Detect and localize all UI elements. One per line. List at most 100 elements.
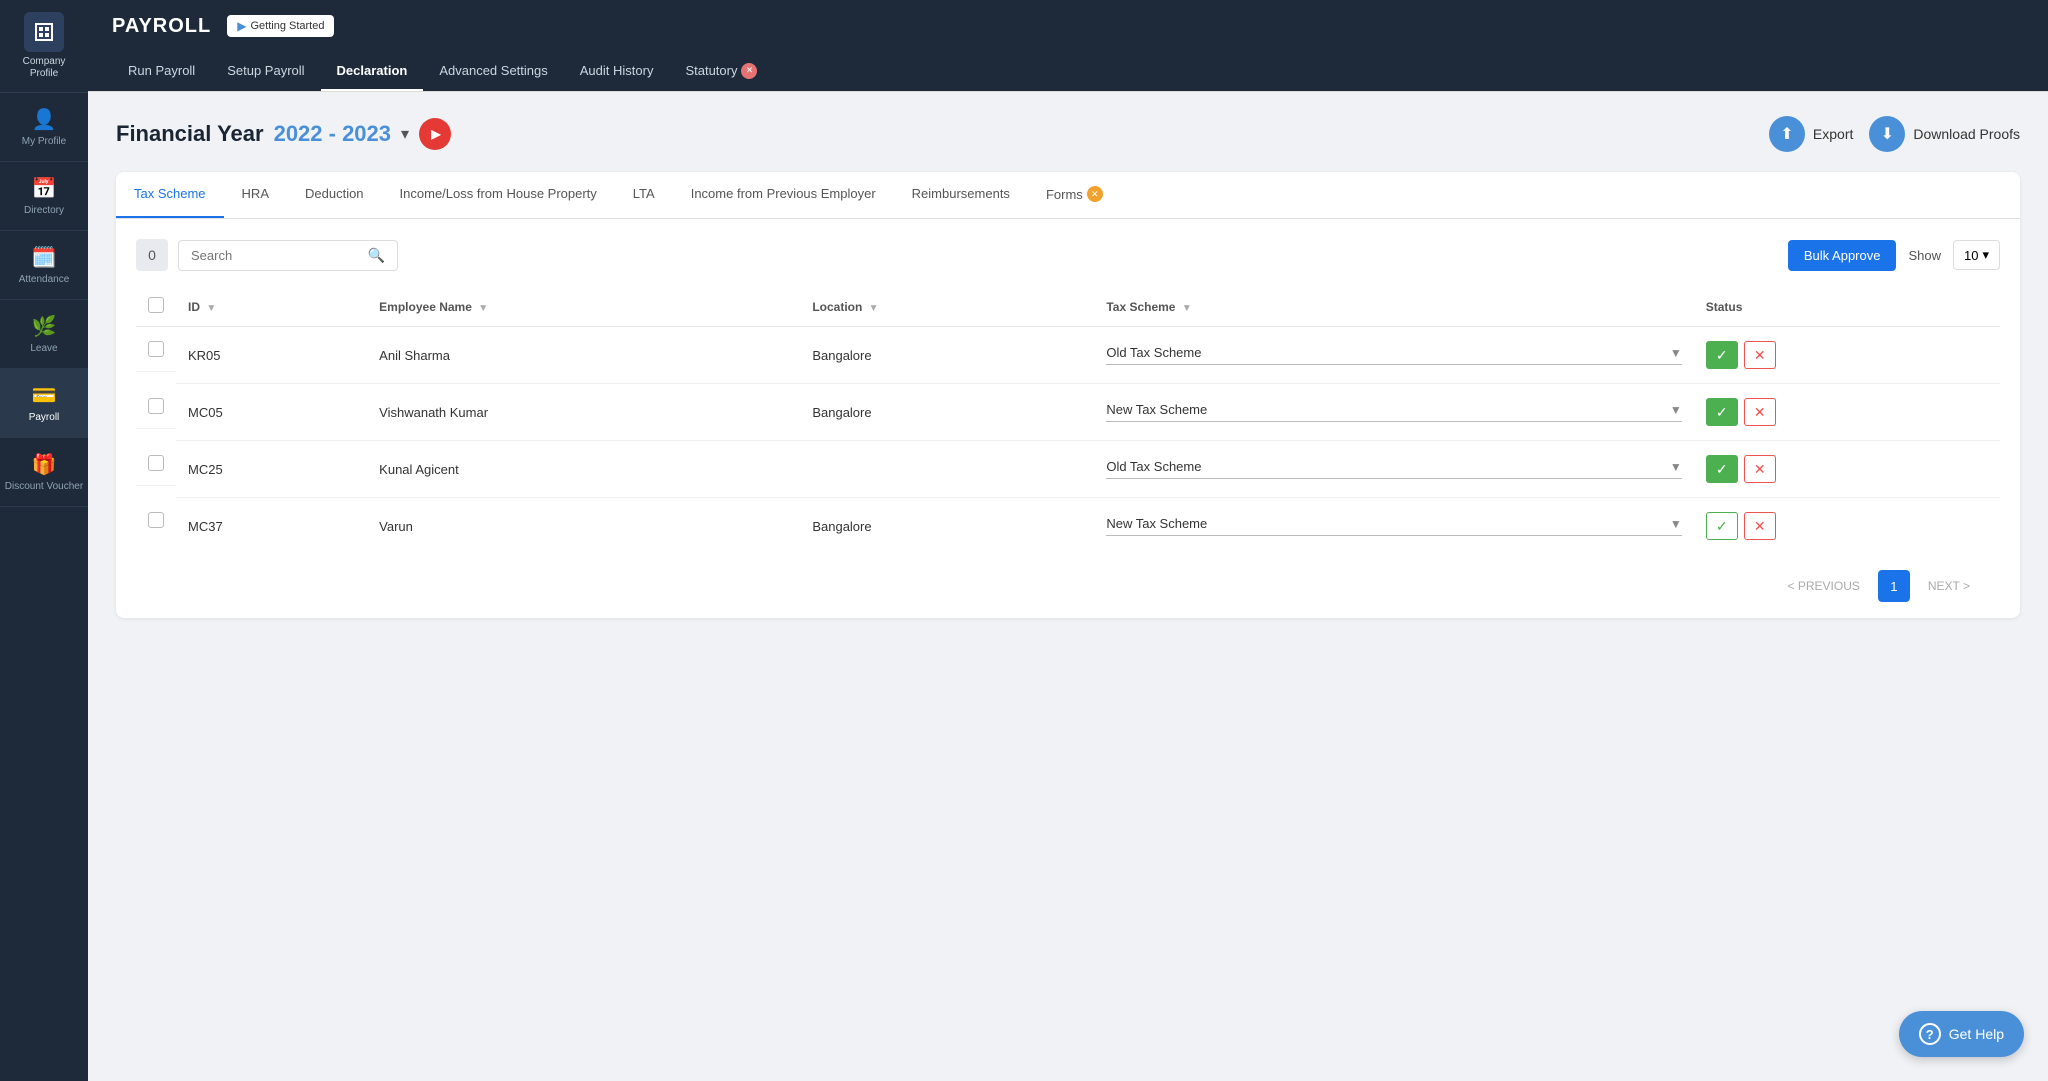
tab-forms-badge: Forms ✕ [1046, 186, 1103, 202]
id-filter-icon[interactable]: ▼ [206, 303, 216, 314]
scheme-arrow-icon-3: ▼ [1670, 517, 1682, 531]
show-label: Show [1908, 248, 1941, 263]
reject-button-1[interactable]: ✕ [1744, 398, 1776, 426]
nav-statutory[interactable]: Statutory ✕ [669, 52, 773, 91]
select-all-checkbox[interactable] [148, 297, 164, 313]
row-location-2 [800, 441, 1094, 498]
page-1-button[interactable]: 1 [1878, 570, 1910, 602]
export-label: Export [1813, 126, 1853, 142]
directory-label: Directory [24, 205, 64, 216]
approve-button-3[interactable]: ✓ [1706, 512, 1738, 540]
row-name-2: Kunal Agicent [367, 441, 800, 498]
tab-forms[interactable]: Forms ✕ [1028, 172, 1121, 218]
fy-year-dropdown[interactable]: ▾ [401, 124, 409, 144]
scheme-value-3: New Tax Scheme [1106, 516, 1207, 531]
row-scheme-1: New Tax Scheme ▼ [1094, 384, 1693, 441]
download-proofs-button[interactable]: ⬇ Download Proofs [1869, 116, 2020, 152]
tab-lta[interactable]: LTA [615, 172, 673, 218]
fy-actions: ⬆ Export ⬇ Download Proofs [1769, 116, 2020, 152]
top-nav: PAYROLL ▶ Getting Started [88, 0, 2048, 52]
bulk-approve-button[interactable]: Bulk Approve [1788, 240, 1897, 271]
tab-income-prev-employer[interactable]: Income from Previous Employer [673, 172, 894, 218]
tabs: Tax Scheme HRA Deduction Income/Loss fro… [116, 172, 2020, 219]
tax-scheme-dropdown-1[interactable]: New Tax Scheme ▼ [1106, 402, 1681, 422]
row-status-1: ✓ ✕ [1694, 384, 2000, 441]
row-checkbox-2[interactable] [148, 455, 164, 471]
tab-income-loss-house[interactable]: Income/Loss from House Property [382, 172, 615, 218]
row-id-3: MC37 [176, 498, 367, 555]
col-header-employee-name: Employee Name ▼ [367, 287, 800, 327]
show-count-select[interactable]: 10 ▾ [1953, 240, 2000, 270]
get-help-button[interactable]: ? Get Help [1899, 1011, 2024, 1057]
table-row: MC05 Vishwanath Kumar Bangalore New Tax … [136, 384, 2000, 441]
reject-button-0[interactable]: ✕ [1744, 341, 1776, 369]
nav-run-payroll[interactable]: Run Payroll [112, 52, 211, 91]
id-label: ID [188, 300, 200, 314]
help-circle-icon: ? [1919, 1023, 1941, 1045]
row-location-1: Bangalore [800, 384, 1094, 441]
payroll-icon: 💳 [32, 383, 57, 408]
tax-scheme-dropdown-3[interactable]: New Tax Scheme ▼ [1106, 516, 1681, 536]
row-id-0: KR05 [176, 327, 367, 384]
tab-deduction[interactable]: Deduction [287, 172, 382, 218]
nav-advanced-settings[interactable]: Advanced Settings [423, 52, 563, 91]
approve-button-2[interactable]: ✓ [1706, 455, 1738, 483]
tab-panel: Tax Scheme HRA Deduction Income/Loss fro… [116, 172, 2020, 618]
fy-title: Financial Year 2022 - 2023 ▾ [116, 118, 451, 150]
sidebar-item-discount-voucher[interactable]: 🎁 Discount Voucher [0, 438, 88, 507]
row-checkbox-0[interactable] [148, 341, 164, 357]
forms-close-badge: ✕ [1087, 186, 1103, 202]
reject-button-3[interactable]: ✕ [1744, 512, 1776, 540]
row-checkbox-cell [136, 327, 176, 372]
sidebar-item-directory[interactable]: 📅 Directory [0, 162, 88, 231]
table-toolbar: 0 🔍 Bulk Approve Show 10 ▾ [136, 239, 2000, 271]
sidebar-logo[interactable]: Company Profile [0, 0, 88, 93]
location-filter-icon[interactable]: ▼ [869, 303, 879, 314]
approve-button-1[interactable]: ✓ [1706, 398, 1738, 426]
export-button[interactable]: ⬆ Export [1769, 116, 1853, 152]
statutory-close-badge: ✕ [741, 63, 757, 79]
nav-setup-payroll[interactable]: Setup Payroll [211, 52, 320, 91]
col-header-id: ID ▼ [176, 287, 367, 327]
getting-started-button[interactable]: ▶ Getting Started [227, 15, 334, 37]
export-icon: ⬆ [1769, 116, 1805, 152]
nav-declaration[interactable]: Declaration [321, 52, 424, 91]
table-row: MC37 Varun Bangalore New Tax Scheme ▼ ✓ … [136, 498, 2000, 555]
table-container: 0 🔍 Bulk Approve Show 10 ▾ [116, 219, 2020, 618]
sidebar-item-attendance[interactable]: 🗓️ Attendance [0, 231, 88, 300]
status-label: Status [1706, 300, 1743, 314]
tab-hra[interactable]: HRA [224, 172, 287, 218]
tax-scheme-filter-icon[interactable]: ▼ [1182, 303, 1192, 314]
sidebar-item-leave[interactable]: 🌿 Leave [0, 300, 88, 369]
row-scheme-3: New Tax Scheme ▼ [1094, 498, 1693, 555]
row-checkbox-1[interactable] [148, 398, 164, 414]
sidebar-item-payroll[interactable]: 💳 Payroll [0, 369, 88, 438]
tax-scheme-dropdown-2[interactable]: Old Tax Scheme ▼ [1106, 459, 1681, 479]
fy-play-button[interactable] [419, 118, 451, 150]
status-cell-3: ✓ ✕ [1706, 512, 1988, 540]
tax-scheme-dropdown-0[interactable]: Old Tax Scheme ▼ [1106, 345, 1681, 365]
tax-scheme-label: Tax Scheme [1106, 300, 1175, 314]
row-status-3: ✓ ✕ [1694, 498, 2000, 555]
reject-button-2[interactable]: ✕ [1744, 455, 1776, 483]
show-count-value: 10 [1964, 248, 1978, 263]
sidebar-item-my-profile[interactable]: 👤 My Profile [0, 93, 88, 162]
next-page-button[interactable]: NEXT > [1918, 573, 1980, 599]
tab-reimbursements[interactable]: Reimbursements [894, 172, 1028, 218]
nav-links: Run Payroll Setup Payroll Declaration Ad… [88, 52, 2048, 92]
tab-tax-scheme[interactable]: Tax Scheme [116, 172, 224, 218]
prev-page-button[interactable]: < PREVIOUS [1778, 573, 1870, 599]
my-profile-icon: 👤 [32, 107, 57, 132]
pagination: < PREVIOUS 1 NEXT > [136, 554, 2000, 618]
nav-audit-history[interactable]: Audit History [564, 52, 670, 91]
employee-name-filter-icon[interactable]: ▼ [478, 303, 488, 314]
search-input[interactable] [191, 248, 360, 263]
scheme-value-1: New Tax Scheme [1106, 402, 1207, 417]
row-checkbox-3[interactable] [148, 512, 164, 528]
approve-button-0[interactable]: ✓ [1706, 341, 1738, 369]
table-row: KR05 Anil Sharma Bangalore Old Tax Schem… [136, 327, 2000, 384]
discount-voucher-label: Discount Voucher [5, 481, 83, 492]
statutory-label: Statutory [685, 63, 737, 78]
main-area: PAYROLL ▶ Getting Started Run Payroll Se… [88, 0, 2048, 1081]
search-box: 🔍 [178, 240, 398, 271]
